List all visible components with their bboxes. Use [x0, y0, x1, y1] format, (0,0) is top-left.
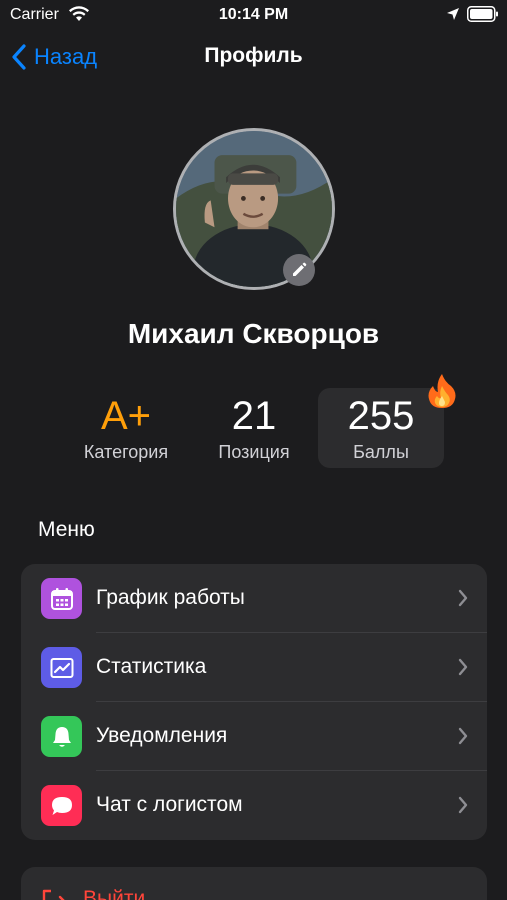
stat-category-value: A+: [100, 394, 152, 438]
menu-item-label: Уведомления: [96, 724, 228, 747]
page-title: Профиль: [204, 44, 303, 67]
avatar-container: [173, 128, 335, 290]
logout-label: Выйти: [83, 887, 146, 900]
stat-position-value: 21: [231, 394, 277, 438]
status-time: 10:14 PM: [218, 6, 289, 23]
menu-heading: Меню: [38, 518, 95, 541]
stat-category: A+ Категория: [63, 388, 189, 468]
navigation-bar: Назад Профиль: [0, 34, 507, 80]
menu-item-chat[interactable]: Чат с логистом: [21, 771, 487, 840]
user-name: Михаил Скворцов: [127, 318, 380, 349]
chevron-right-icon: [458, 658, 468, 676]
stat-position-label: Позиция: [218, 442, 290, 462]
stat-category-label: Категория: [83, 442, 169, 462]
bell-icon: [41, 716, 82, 757]
logout-icon: [42, 889, 65, 900]
menu-list: График работы Статистика Уведомления Чат…: [21, 564, 487, 840]
battery-icon: [467, 6, 498, 22]
menu-item-notifications[interactable]: Уведомления: [21, 702, 487, 771]
stat-points-label: Баллы: [353, 442, 409, 462]
menu-item-schedule[interactable]: График работы: [21, 564, 487, 633]
chevron-right-icon: [458, 589, 468, 607]
menu-item-label: Чат с логистом: [96, 793, 243, 816]
chart-icon: [41, 647, 82, 688]
chevron-right-icon: [458, 727, 468, 745]
calendar-icon: [41, 578, 82, 619]
edit-avatar-button[interactable]: [283, 254, 315, 286]
menu-item-label: График работы: [96, 586, 245, 609]
menu-item-statistics[interactable]: Статистика: [21, 633, 487, 702]
logout-button[interactable]: Выйти: [21, 867, 487, 900]
profile-screen: Carrier 10:14 PM Назад Профиль Михаил Ск…: [0, 0, 507, 900]
location-arrow-icon: [447, 8, 459, 20]
fire-icon: [428, 374, 456, 408]
menu-item-label: Статистика: [96, 655, 207, 678]
status-bar: Carrier 10:14 PM: [0, 0, 507, 30]
stat-position: 21 Позиция: [191, 388, 317, 468]
pencil-icon: [293, 262, 307, 276]
chevron-right-icon: [458, 796, 468, 814]
chat-bubble-icon: [41, 785, 82, 826]
